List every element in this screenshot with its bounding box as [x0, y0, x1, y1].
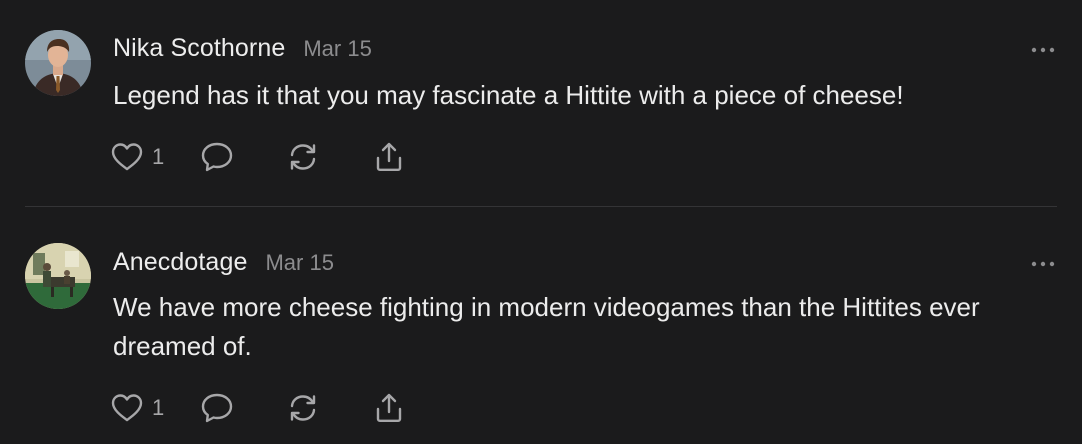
refresh-icon — [291, 144, 316, 170]
more-options-button[interactable] — [1030, 42, 1056, 53]
like-count: 1 — [152, 395, 165, 420]
reply-button[interactable] — [200, 141, 234, 173]
share-icon — [377, 393, 402, 422]
avatar[interactable] — [25, 30, 91, 96]
share-button[interactable] — [372, 141, 406, 173]
comment-date[interactable]: Mar 15 — [265, 250, 333, 276]
author-name[interactable]: Anecdotage — [113, 248, 247, 277]
ellipsis-icon — [1031, 47, 1055, 53]
author-name[interactable]: Nika Scothorne — [113, 34, 285, 63]
like-count: 1 — [152, 144, 165, 169]
speech-bubble-icon — [202, 142, 233, 172]
more-options-button[interactable] — [1030, 256, 1056, 267]
comment-actions: 1 — [110, 388, 406, 428]
ellipsis-icon — [1031, 261, 1055, 267]
like-button[interactable]: 1 — [110, 142, 164, 172]
comment-item: Anecdotage Mar 15 We have more cheese fi… — [0, 207, 1082, 444]
comment-header: Nika Scothorne Mar 15 — [113, 34, 372, 63]
avatar-photo — [25, 30, 91, 96]
avatar-painting — [25, 243, 91, 309]
share-icon — [377, 142, 402, 171]
reply-button[interactable] — [200, 392, 234, 424]
restack-button[interactable] — [286, 392, 320, 424]
like-button[interactable]: 1 — [110, 393, 164, 423]
comment-item: Nika Scothorne Mar 15 Legend has it that… — [0, 0, 1082, 206]
avatar[interactable] — [25, 243, 91, 309]
comment-actions: 1 — [110, 137, 406, 177]
comment-text: Legend has it that you may fascinate a H… — [113, 80, 904, 110]
refresh-icon — [291, 395, 316, 421]
comment-header: Anecdotage Mar 15 — [113, 248, 334, 277]
comment-text: We have more cheese fighting in modern v… — [113, 292, 980, 361]
restack-button[interactable] — [286, 141, 320, 173]
comment-date[interactable]: Mar 15 — [303, 36, 371, 62]
heart-icon — [111, 394, 143, 422]
speech-bubble-icon — [202, 393, 233, 423]
heart-icon — [111, 143, 143, 171]
share-button[interactable] — [372, 392, 406, 424]
